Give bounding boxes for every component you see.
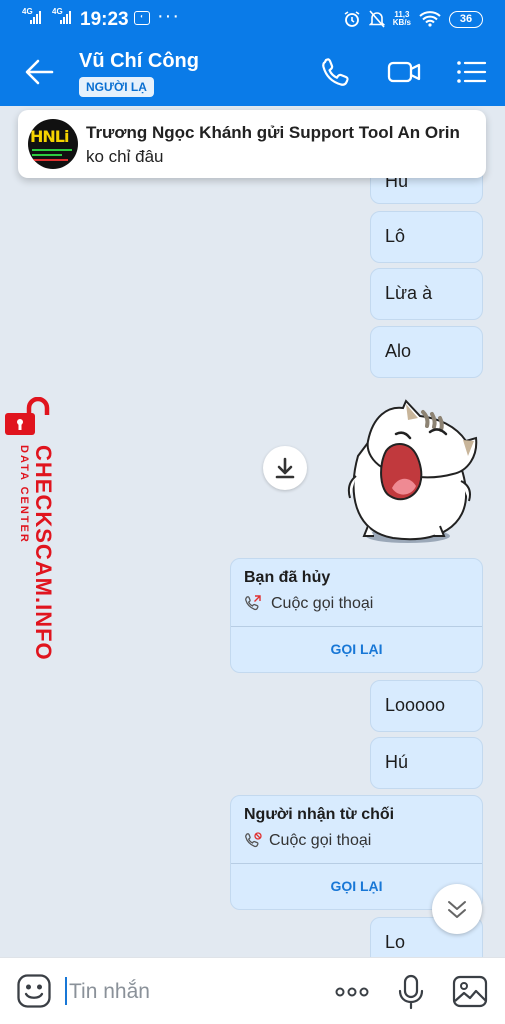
rejected-call-icon	[245, 832, 262, 848]
message-text: Looooo	[385, 695, 446, 715]
notification-avatar: HNLi	[28, 119, 78, 169]
scroll-to-bottom-button[interactable]	[432, 884, 482, 934]
call-back-button[interactable]: GỌI LẠI	[231, 627, 482, 672]
chat-header: Vũ Chí Công NGƯỜI LẠ	[0, 38, 505, 106]
microphone-icon[interactable]	[392, 973, 430, 1011]
message-bubble[interactable]: Lô	[370, 211, 483, 263]
watermark-lock-icon	[5, 397, 50, 435]
clock: 19:23	[80, 9, 129, 30]
signal-icon	[60, 10, 74, 24]
call-title: Người nhận từ chối	[244, 806, 395, 823]
sticker-emoji-icon[interactable]	[16, 973, 52, 1009]
message-bubble[interactable]: Alo	[370, 326, 483, 378]
message-text: Lừa à	[385, 283, 433, 303]
message-bubble[interactable]: Hú	[370, 737, 483, 789]
battery-icon: 36	[449, 10, 483, 28]
outgoing-call-icon	[245, 595, 261, 611]
status-bar: 4G 4G 19:23 ◐ ··· 11,3 KB/s 36	[0, 0, 505, 38]
more-options-icon[interactable]	[333, 973, 371, 1011]
call-card-cancelled[interactable]: Bạn đã hủy Cuộc gọi thoại GỌI LẠI	[230, 558, 483, 673]
download-icon	[275, 457, 295, 479]
message-text: Alo	[385, 341, 412, 361]
mute-icon	[368, 10, 385, 28]
call-subtitle: Cuộc gọi thoại	[271, 595, 374, 612]
stranger-badge: NGƯỜI LẠ	[79, 77, 154, 97]
more-notifications-icon: ···	[157, 5, 180, 27]
phone-call-icon[interactable]	[318, 54, 354, 90]
video-call-icon[interactable]	[386, 54, 422, 90]
image-gallery-icon[interactable]	[451, 973, 489, 1011]
notification-body: ko chỉ đâu	[86, 147, 164, 166]
signal-icon	[30, 10, 44, 24]
network-speed: 11,3 KB/s	[392, 10, 411, 27]
message-text: Hú	[385, 752, 409, 772]
notification-banner[interactable]: HNLi Trương Ngọc Khánh gửi Support Tool …	[18, 110, 486, 178]
watermark-big-text: CHECKSCAM.INFO	[31, 445, 56, 661]
back-arrow-icon[interactable]	[24, 58, 54, 86]
alarm-icon	[344, 11, 360, 27]
wifi-icon	[419, 11, 441, 27]
text-cursor	[65, 977, 67, 1005]
call-subtitle: Cuộc gọi thoại	[269, 832, 372, 849]
call-title: Bạn đã hủy	[244, 569, 331, 586]
data-saver-icon: ◐	[134, 11, 150, 25]
cat-sticker[interactable]	[328, 396, 480, 546]
message-text: Lo	[385, 932, 406, 952]
watermark-small-text: DATA CENTER	[18, 445, 30, 544]
contact-name[interactable]: Vũ Chí Công	[79, 50, 199, 73]
message-bubble[interactable]: Lừa à	[370, 268, 483, 320]
message-text: Lô	[385, 226, 406, 246]
message-input[interactable]: Tin nhắn	[69, 980, 150, 1004]
message-bubble[interactable]: Looooo	[370, 680, 483, 732]
double-chevron-down-icon	[448, 901, 466, 918]
message-composer: Tin nhắn	[0, 957, 505, 1024]
menu-list-icon[interactable]	[453, 54, 489, 90]
notification-title: Trương Ngọc Khánh gửi Support Tool An Or…	[86, 123, 460, 142]
download-button[interactable]	[263, 446, 307, 490]
